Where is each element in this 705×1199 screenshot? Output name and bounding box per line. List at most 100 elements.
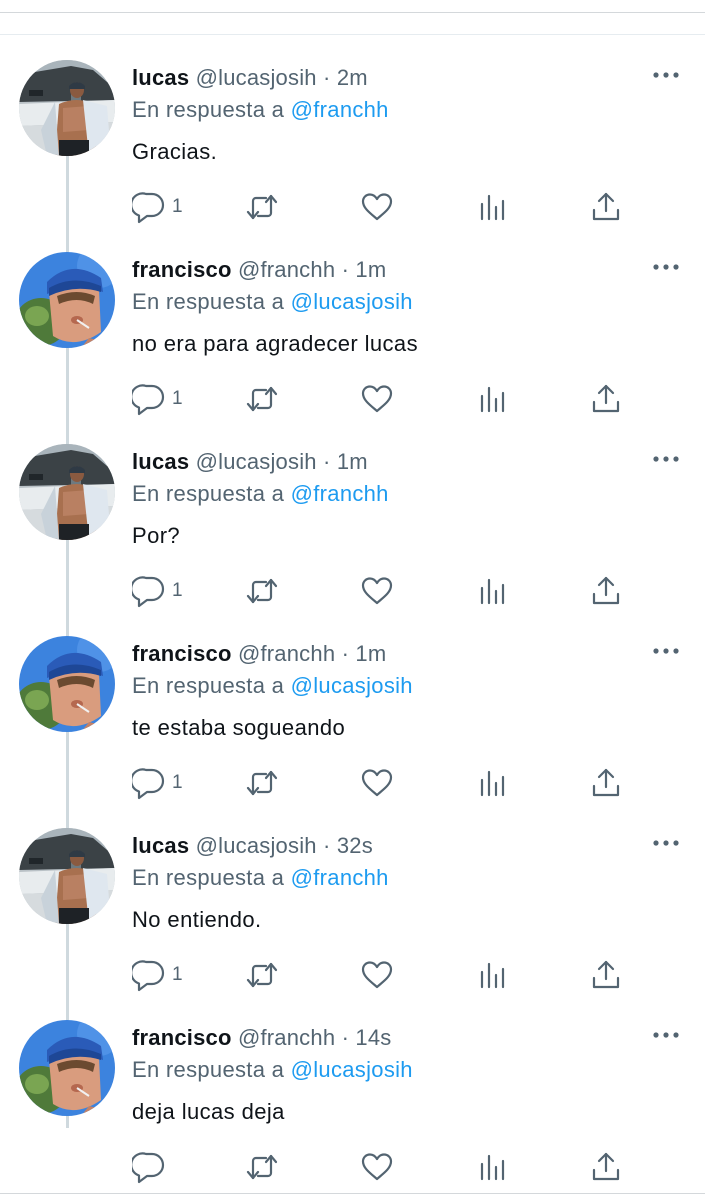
timestamp[interactable]: 2m: [337, 65, 368, 90]
display-name[interactable]: lucas: [132, 65, 189, 90]
analytics-button[interactable]: [478, 958, 508, 992]
reply-count: 1: [172, 772, 183, 793]
share-button[interactable]: [590, 574, 622, 608]
like-button[interactable]: [360, 574, 394, 608]
reply-button[interactable]: 1: [132, 958, 183, 992]
share-icon: [592, 384, 620, 413]
analytics-button[interactable]: [478, 574, 508, 608]
heart-icon: [361, 769, 393, 797]
tweet-text: No entiendo.: [132, 907, 262, 932]
more-dots-icon: [653, 648, 679, 654]
tweet[interactable]: lucas @lucasjosih · 1m En respuesta a @f…: [0, 416, 705, 608]
lucas-avatar[interactable]: [19, 828, 115, 924]
separator: ·: [341, 1025, 350, 1050]
reply-button[interactable]: 1: [132, 382, 183, 416]
handle[interactable]: @franchh: [238, 641, 335, 666]
francisco-avatar[interactable]: [19, 252, 115, 348]
retweet-icon: [246, 962, 278, 988]
display-name[interactable]: francisco: [132, 1025, 232, 1050]
reply-button[interactable]: 1: [132, 190, 183, 224]
timestamp[interactable]: 32s: [337, 833, 373, 858]
retweet-button[interactable]: [244, 958, 280, 992]
analytics-icon: [480, 578, 505, 605]
more-dots-icon: [653, 840, 679, 846]
display-name[interactable]: lucas: [132, 833, 189, 858]
tweet[interactable]: francisco @franchh · 1m En respuesta a @…: [0, 224, 705, 416]
like-button[interactable]: [360, 382, 394, 416]
reply-icon: [132, 960, 165, 992]
share-button[interactable]: [590, 190, 622, 224]
timestamp[interactable]: 1m: [355, 257, 386, 282]
retweet-button[interactable]: [244, 190, 280, 224]
retweet-button[interactable]: [244, 766, 280, 800]
mention-link[interactable]: @lucasjosih: [291, 289, 413, 314]
display-name[interactable]: lucas: [132, 449, 189, 474]
share-button[interactable]: [590, 766, 622, 800]
like-button[interactable]: [360, 190, 394, 224]
share-icon: [592, 960, 620, 989]
tweet-actions: 1: [132, 382, 632, 416]
avatar-image: [19, 828, 115, 924]
handle[interactable]: @franchh: [238, 1025, 335, 1050]
more-button[interactable]: [652, 452, 680, 464]
mention-link[interactable]: @franchh: [291, 97, 389, 122]
retweet-icon: [246, 386, 278, 412]
lucas-avatar[interactable]: [19, 444, 115, 540]
reply-context: En respuesta a @lucasjosih: [132, 1057, 413, 1083]
tweet-text: te estaba sogueando: [132, 715, 346, 740]
retweet-button[interactable]: [244, 574, 280, 608]
top-bar: [0, 0, 705, 13]
more-button[interactable]: [652, 1028, 680, 1040]
display-name[interactable]: francisco: [132, 641, 232, 666]
tweet[interactable]: francisco @franchh · 1m En respuesta a @…: [0, 608, 705, 800]
tweet[interactable]: francisco @franchh · 14s En respuesta a …: [0, 992, 705, 1184]
more-button[interactable]: [652, 260, 680, 272]
analytics-button[interactable]: [478, 190, 508, 224]
display-name[interactable]: francisco: [132, 257, 232, 282]
more-button[interactable]: [652, 836, 680, 848]
reply-button[interactable]: [132, 1150, 172, 1184]
retweet-button[interactable]: [244, 382, 280, 416]
mention-link[interactable]: @franchh: [291, 481, 389, 506]
like-button[interactable]: [360, 1150, 394, 1184]
reply-context: En respuesta a @lucasjosih: [132, 289, 413, 315]
francisco-avatar[interactable]: [19, 636, 115, 732]
avatar-image: [19, 1020, 115, 1116]
reply-prefix: En respuesta a: [132, 865, 285, 890]
handle[interactable]: @franchh: [238, 257, 335, 282]
handle[interactable]: @lucasjosih: [196, 833, 317, 858]
timestamp[interactable]: 1m: [355, 641, 386, 666]
handle[interactable]: @lucasjosih: [196, 449, 317, 474]
more-button[interactable]: [652, 644, 680, 656]
timestamp[interactable]: 14s: [355, 1025, 391, 1050]
share-button[interactable]: [590, 382, 622, 416]
heart-icon: [361, 1153, 393, 1181]
analytics-button[interactable]: [478, 382, 508, 416]
reply-count: 1: [172, 196, 183, 217]
tweet[interactable]: lucas @lucasjosih · 32s En respuesta a @…: [0, 800, 705, 992]
separator: ·: [341, 641, 350, 666]
tweet-header: lucas @lucasjosih · 32s: [132, 833, 373, 859]
reply-button[interactable]: 1: [132, 574, 183, 608]
share-button[interactable]: [590, 958, 622, 992]
francisco-avatar[interactable]: [19, 1020, 115, 1116]
mention-link[interactable]: @lucasjosih: [291, 1057, 413, 1082]
analytics-button[interactable]: [478, 1150, 508, 1184]
like-button[interactable]: [360, 766, 394, 800]
reply-context: En respuesta a @lucasjosih: [132, 673, 413, 699]
tweet-actions: [132, 1150, 632, 1184]
like-button[interactable]: [360, 958, 394, 992]
avatar-image: [19, 444, 115, 540]
analytics-button[interactable]: [478, 766, 508, 800]
tweet[interactable]: lucas @lucasjosih · 2m En respuesta a @f…: [0, 32, 705, 224]
lucas-avatar[interactable]: [19, 60, 115, 156]
tweet-actions: 1: [132, 766, 632, 800]
handle[interactable]: @lucasjosih: [196, 65, 317, 90]
retweet-button[interactable]: [244, 1150, 280, 1184]
reply-button[interactable]: 1: [132, 766, 183, 800]
share-button[interactable]: [590, 1150, 622, 1184]
mention-link[interactable]: @franchh: [291, 865, 389, 890]
timestamp[interactable]: 1m: [337, 449, 368, 474]
more-button[interactable]: [652, 68, 680, 80]
mention-link[interactable]: @lucasjosih: [291, 673, 413, 698]
